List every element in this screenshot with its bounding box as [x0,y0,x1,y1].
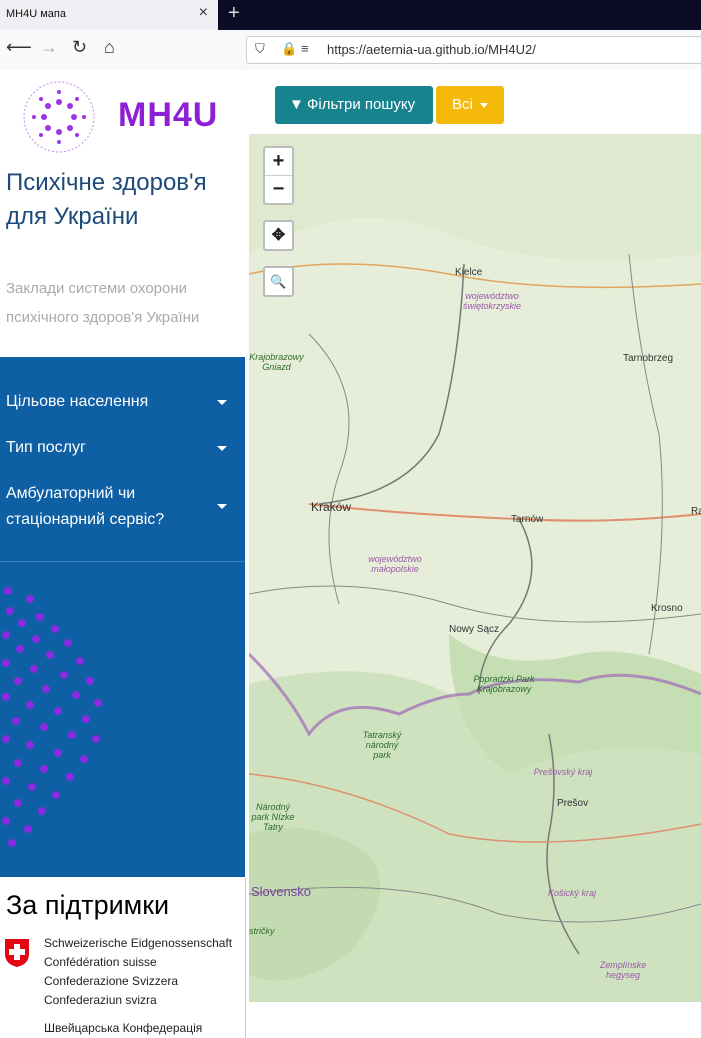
search-control: 🔍 [263,266,294,297]
zoom-out-button[interactable]: − [265,175,292,203]
page-title: Психічне здоров'я для України [6,169,207,230]
search-filters-button[interactable]: ▼ Фільтри пошуку [275,86,433,124]
zoom-in-button[interactable]: + [265,148,292,175]
back-icon[interactable]: ⟵ [6,37,32,58]
map-country-label: Slovensko [251,884,311,899]
chevron-down-icon[interactable] [217,400,227,405]
swiss-confederation-ua: Швейцарська Конфедерація [44,1021,203,1035]
forward-icon[interactable]: → [40,37,58,58]
tab-title: MH4U мапа [6,8,66,20]
menu-item-service-mode[interactable]: Амбулаторний чи стаціонарний сервіс? [6,481,206,533]
shield-icon[interactable]: ⛉ [255,41,265,57]
map-label-tarnobrzeg: Tarnobrzeg [623,353,674,364]
url-bar[interactable]: ⛉ 🔒 ≡ https://aeternia-ua.github.io/MH4U… [246,36,701,64]
map-park-nizke-tatry: Národný park Nízke Tatry [251,802,295,832]
permissions-icon[interactable]: ≡ [301,41,309,56]
chevron-down-icon [480,103,488,108]
filter-menu: Цільове населення Тип послуг Амбулаторни… [0,357,245,877]
home-icon[interactable]: ⌂ [104,37,115,58]
zoom-control: + − [263,146,294,205]
swiss-confederation-text: Schweizerische Eidgenossenschaft Confédé… [44,936,233,1007]
map-label-nowy-sacz: Nowy Sącz [449,624,500,635]
support-title: За підтримки [6,890,170,920]
locate-control: ✥ [263,220,294,251]
map-label-ra: Ra [691,506,701,517]
map-region-malopolskie: województwo małopolskie [368,554,422,574]
page-subtitle: Заклади системи охорони психічного здоро… [6,280,200,326]
map-park-jurajski: Krajobrazowy Gniazd [249,352,304,372]
url-text[interactable]: https://aeternia-ua.github.io/MH4U2/ [327,42,536,57]
divider [0,561,245,562]
menu-item-service-type[interactable]: Тип послуг [6,435,206,461]
map-label-presov: Prešov [557,798,589,809]
sidebar: MH4U Психічне здоров'я для України Закла… [0,70,246,1038]
search-icon[interactable]: 🔍 [265,268,292,295]
map-toolbar: ▼ Фільтри пошуку Всі [246,70,701,134]
swiss-flag-icon [5,939,29,967]
map-park-tatransky: Tatranský národný park [362,730,402,760]
menu-item-target-population[interactable]: Цільове населення [6,389,206,415]
map-region-presovsky: Prešovský kraj [533,767,593,777]
filter-icon: ▼ [289,96,304,113]
menu-item-label: Цільове населення [6,393,149,410]
map-label-krosno: Krosno [651,603,683,614]
navigation-bar: ⟵ → ↻ ⌂ ⛉ 🔒 ≡ https://aeternia-ua.github… [0,30,701,71]
menu-item-label: Тип послуг [6,439,86,456]
all-dropdown-button[interactable]: Всі [436,86,504,124]
close-tab-icon[interactable]: × [199,4,208,22]
browser-tab[interactable]: MH4U мапа × [0,0,218,30]
map-label-krakow: Kraków [311,500,352,514]
decorative-dots-icon [2,587,102,847]
menu-item-label: Амбулаторний чи стаціонарний сервіс? [6,485,165,528]
map-region-zemplin: Zemplínske hegyseg [599,960,647,980]
locate-icon[interactable]: ✥ [265,222,292,249]
map-park-stricky: stričky [249,926,275,936]
chevron-down-icon[interactable] [217,504,227,509]
reload-icon[interactable]: ↻ [72,37,87,58]
map-region-kosicky: Košický kraj [547,888,596,898]
support-box: За підтримки Schweizerische Eidgenossens… [0,878,246,1038]
new-tab-icon[interactable]: + [228,2,240,25]
lock-icon[interactable]: 🔒 [281,41,297,57]
tab-bar: MH4U мапа × + [0,0,701,30]
map-label-kielce: Kielce [455,267,483,278]
map-tiles [249,134,701,1002]
map-label-tarnow: Tarnów [511,514,544,525]
map-footer [249,1002,701,1038]
logo-ring-icon [23,81,95,153]
logo-text: MH4U [118,96,219,134]
chevron-down-icon[interactable] [217,446,227,451]
map-region-swietokrzyskie: województwo świętokrzyskie [462,291,521,311]
map[interactable]: + − ✥ 🔍 Kielce Tarnobrzeg Kraków Tarnów … [249,134,701,1002]
map-park-popradzki: Popradzki Park Krajobrazowy [473,674,535,694]
